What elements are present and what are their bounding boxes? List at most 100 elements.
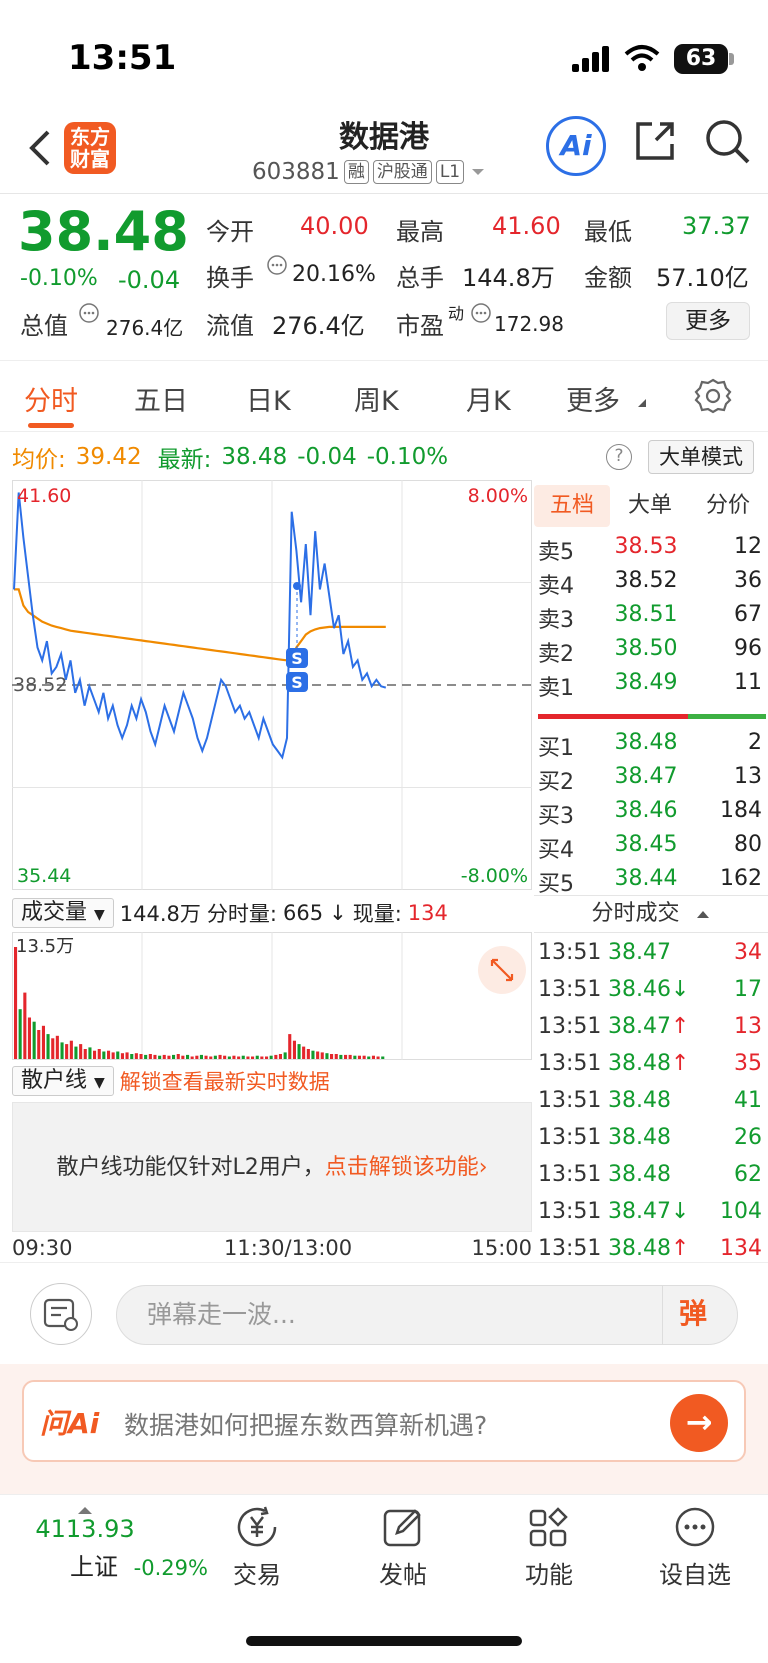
ask-level[interactable]: 卖1 38.49 11 [538, 670, 762, 704]
nav-functions-label: 功能 [525, 1561, 573, 1589]
intraday-chart[interactable]: 41.60 38.52 35.44 8.00% -8.00% S S [12, 480, 532, 890]
volume-chart[interactable]: 13.5万 [12, 932, 532, 1060]
volume-bar [176, 1054, 180, 1059]
split-volume-label: 分时量: [206, 902, 277, 926]
comment-settings-icon[interactable] [30, 1283, 92, 1345]
wifi-icon [624, 45, 660, 71]
tab-intraday[interactable]: 分时 [24, 379, 78, 418]
volume-bar [88, 1047, 92, 1059]
share-icon[interactable] [632, 118, 678, 164]
tab-big-orders[interactable]: 大单 [612, 485, 688, 527]
ask-level[interactable]: 卖3 38.51 67 [538, 602, 762, 636]
bid-level[interactable]: 买2 38.47 13 [538, 764, 762, 798]
trade-volume: 13 [734, 1014, 762, 1039]
trade-row: 13:51 38.48 41 [538, 1088, 762, 1124]
bid-ask-ratio-bar [538, 714, 766, 719]
danmu-send-button[interactable]: 弹 [662, 1285, 738, 1345]
retail-line-locked-panel: 散户线功能仅针对L2用户，点击解锁该功能› [12, 1102, 532, 1232]
nav-functions[interactable]: 功能 [494, 1505, 604, 1590]
total-hands-label: 总手 [396, 264, 444, 292]
trade-row: 13:51 38.47↓ 104 [538, 1199, 762, 1235]
ask-ai-question[interactable]: 数据港如何把握东数西算新机遇? [124, 1406, 487, 1442]
volume-bar [325, 1053, 329, 1059]
up-caret-icon [78, 1507, 92, 1514]
bid-level[interactable]: 买1 38.48 2 [538, 730, 762, 764]
unlock-realtime-link[interactable]: 解锁查看最新实时数据 [120, 1066, 330, 1096]
volume-bar [251, 1056, 255, 1059]
trade-row: 13:51 38.48↑ 35 [538, 1051, 762, 1087]
tab-price-distribution[interactable]: 分价 [690, 485, 766, 527]
index-ticker[interactable]: 4113.93 上证 -0.29% [30, 1505, 208, 1582]
float-value-label: 流值 [206, 312, 254, 340]
retail-indicator-select[interactable]: 散户线 ▼ [12, 1066, 114, 1096]
tab-more[interactable]: 更多 [566, 379, 620, 418]
info-dots-icon[interactable] [266, 254, 288, 276]
ai-button[interactable]: Ai [546, 116, 606, 176]
latest-change: -0.04 [297, 444, 357, 470]
trade-volume: 34 [734, 940, 762, 965]
nav-trade[interactable]: 交易 [202, 1505, 312, 1590]
tab-five-day[interactable]: 五日 [134, 379, 188, 418]
volume-bar [199, 1054, 203, 1059]
volume-bar [195, 1055, 199, 1059]
bid-level[interactable]: 买4 38.45 80 [538, 832, 762, 866]
ask-ai-box[interactable]: 问Ai 数据港如何把握东数西算新机遇? → [22, 1380, 746, 1462]
stock-code-row[interactable]: 603881 融 沪股通 L1 [252, 158, 488, 186]
volume-bar [218, 1054, 222, 1059]
info-dots-icon[interactable] [470, 302, 492, 324]
ask-level[interactable]: 卖4 38.52 36 [538, 568, 762, 602]
tab-monthly-k[interactable]: 月K [466, 379, 511, 418]
ask-level[interactable]: 卖5 38.53 12 [538, 534, 762, 568]
volume-bar [120, 1053, 124, 1059]
trade-price: 38.48↑ [608, 1051, 690, 1076]
info-dots-icon[interactable] [78, 302, 100, 324]
sell-marker-letter: S [291, 649, 303, 668]
bid-level-label: 买2 [538, 770, 574, 795]
ask-level-label: 卖2 [538, 642, 574, 667]
volume-bar [278, 1054, 282, 1059]
volume-bar [69, 1040, 73, 1059]
volume-bar [158, 1055, 162, 1059]
tab-daily-k[interactable]: 日K [246, 379, 291, 418]
danmu-input[interactable]: 弹幕走一波... [116, 1285, 738, 1345]
trade-volume: 41 [734, 1088, 762, 1113]
nav-post[interactable]: 发帖 [348, 1505, 458, 1590]
trade-time: 13:51 [538, 1125, 602, 1150]
bid-level-price: 38.47 [614, 764, 678, 789]
bid-level-label: 买4 [538, 838, 574, 863]
volume-bar [241, 1055, 245, 1059]
trades-header[interactable]: 分时成交 [534, 895, 768, 933]
change-amount: -0.04 [118, 266, 181, 294]
volume-bar [362, 1055, 366, 1059]
index-change: -0.29% [133, 1556, 208, 1580]
trade-time: 13:51 [538, 940, 602, 965]
volume-bar [116, 1051, 120, 1059]
trade-direction-arrow: ↓ [670, 977, 690, 1002]
volume-bar [255, 1055, 259, 1059]
help-icon[interactable]: ? [606, 444, 632, 470]
volume-bar [14, 947, 18, 1059]
arrow-right-icon[interactable]: → [670, 1394, 728, 1452]
nav-watchlist[interactable]: 设自选 [640, 1505, 750, 1590]
ask-level-price: 38.50 [614, 636, 678, 661]
tab-weekly-k[interactable]: 周K [354, 379, 399, 418]
volume-bar [288, 1034, 292, 1059]
search-icon[interactable] [704, 118, 752, 166]
home-indicator [246, 1636, 522, 1646]
volume-bar [330, 1054, 334, 1059]
volume-bar [376, 1056, 380, 1059]
volume-indicator-select[interactable]: 成交量 ▼ [12, 898, 114, 928]
bid-level-price: 38.45 [614, 832, 678, 857]
ask-level[interactable]: 卖2 38.50 96 [538, 636, 762, 670]
y-bottom-label: 35.44 [17, 865, 71, 887]
unlock-feature-link[interactable]: 点击解锁该功能 [325, 1155, 479, 1180]
latest-label: 最新: [157, 447, 212, 473]
big-order-mode-button[interactable]: 大单模式 [648, 440, 754, 474]
tab-five-levels[interactable]: 五档 [534, 485, 610, 527]
gear-icon[interactable] [694, 377, 732, 415]
bid-level[interactable]: 买3 38.46 184 [538, 798, 762, 832]
volume-bar [311, 1050, 315, 1059]
more-quote-button[interactable]: 更多 [666, 302, 750, 340]
expand-icon[interactable] [478, 946, 526, 994]
volume-bar [344, 1054, 348, 1059]
